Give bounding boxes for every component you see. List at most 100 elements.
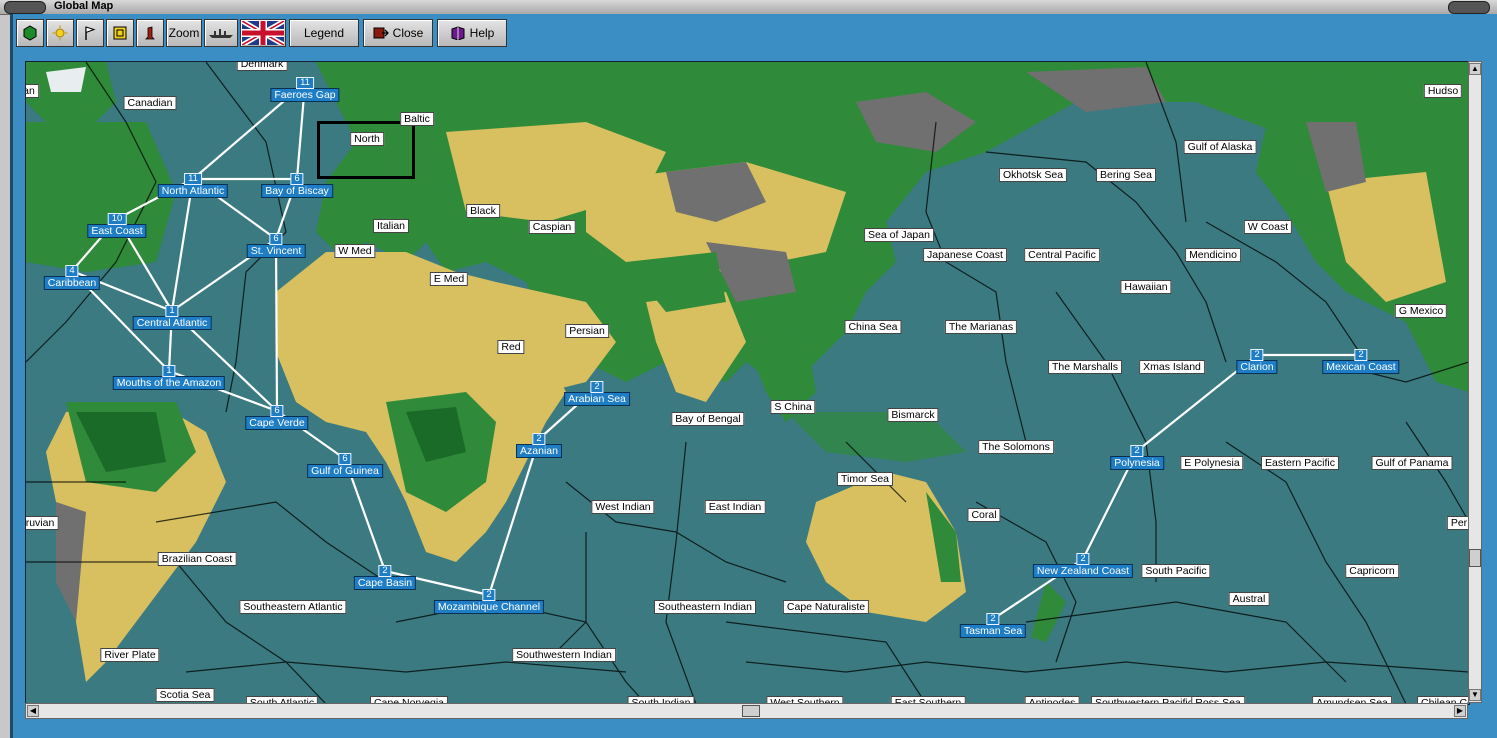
active-sea-zone-label[interactable]: Faeroes Gap (270, 88, 340, 102)
window-control-right[interactable] (1448, 1, 1490, 14)
zone-unit-count-badge: 2 (590, 381, 604, 393)
sea-zone-label[interactable]: an (26, 84, 39, 98)
sea-zone-label[interactable]: E Med (429, 272, 469, 286)
sea-zone-label[interactable]: W Coast (1243, 220, 1293, 234)
sea-zone-label[interactable]: Coral (967, 508, 1001, 522)
sea-zone-label[interactable]: Southwestern Indian (512, 648, 616, 662)
sea-zone-label[interactable]: Japanese Coast (923, 248, 1007, 262)
sea-zone-label[interactable]: Per (1446, 516, 1469, 530)
sea-zone-label[interactable]: South Pacific (1141, 564, 1211, 578)
scroll-right-arrow-icon[interactable]: ▶ (1454, 705, 1466, 717)
sea-zone-label[interactable]: G Mexico (1394, 304, 1448, 318)
window-titlebar[interactable]: Global Map (0, 0, 1497, 15)
active-sea-zone-label[interactable]: Arabian Sea (564, 392, 630, 406)
active-sea-zone-label[interactable]: St. Vincent (246, 244, 306, 258)
unit-button[interactable] (136, 19, 164, 47)
help-button[interactable]: Help (437, 19, 507, 47)
active-sea-zone-label[interactable]: Cape Verde (245, 416, 309, 430)
sea-zone-label[interactable]: Bay of Bengal (671, 412, 745, 426)
active-sea-zone-label[interactable]: New Zealand Coast (1032, 564, 1134, 578)
horizontal-scroll-thumb[interactable] (742, 705, 760, 717)
sea-zone-label[interactable]: The Marianas (944, 320, 1018, 334)
sea-zone-label[interactable]: Bismarck (887, 408, 939, 422)
sea-zone-label[interactable]: China Sea (844, 320, 902, 334)
sea-zone-label[interactable]: Timor Sea (836, 472, 894, 486)
active-sea-zone-label[interactable]: Mozambique Channel (433, 600, 545, 614)
ships-button[interactable] (204, 19, 238, 47)
sea-zone-label[interactable]: The Solomons (978, 440, 1054, 454)
sea-zone-label[interactable]: Hawaiian (1120, 280, 1172, 294)
close-button[interactable]: Close (363, 19, 433, 47)
active-sea-zone-label[interactable]: Bay of Biscay (261, 184, 333, 198)
convoy-route-line (170, 178, 195, 312)
sea-zone-label[interactable]: W Med (334, 244, 376, 258)
sea-zone-label[interactable]: Bering Sea (1096, 168, 1156, 182)
vertical-scroll-thumb[interactable] (1469, 549, 1481, 567)
sea-zone-label[interactable]: Cape Naturaliste (782, 600, 870, 614)
active-sea-zone-label[interactable]: Mexican Coast (1322, 360, 1400, 374)
sea-zone-label[interactable]: Eastern Pacific (1260, 456, 1340, 470)
sea-zone-label[interactable]: Sea of Japan (864, 228, 934, 242)
scroll-left-arrow-icon[interactable]: ◀ (27, 705, 39, 717)
zone-unit-count-badge: 6 (338, 453, 352, 465)
sea-zone-label[interactable]: Central Pacific (1024, 248, 1100, 262)
legend-button[interactable]: Legend (289, 19, 359, 47)
sea-zone-label[interactable]: Denmark (236, 62, 288, 71)
flags-button[interactable] (76, 19, 104, 47)
sea-zone-label[interactable]: Black (466, 204, 500, 218)
sea-zone-label[interactable]: Caspian (528, 220, 576, 234)
active-sea-zone-label[interactable]: Azanian (516, 444, 562, 458)
active-sea-zone-label[interactable]: Tasman Sea (959, 624, 1027, 638)
scroll-down-arrow-icon[interactable]: ▼ (1469, 689, 1481, 701)
sea-zone-label[interactable]: The Marshalls (1048, 360, 1122, 374)
sea-zone-label[interactable]: Scotia Sea (155, 688, 215, 702)
sea-zone-label[interactable]: Persian (565, 324, 609, 338)
active-sea-zone-label[interactable]: Gulf of Guinea (307, 464, 383, 478)
zoom-button[interactable]: Zoom (166, 19, 202, 47)
horizontal-scrollbar[interactable]: ◀ ▶ (25, 703, 1468, 719)
active-sea-zone-label[interactable]: Cape Basin (353, 576, 417, 590)
sea-zone-label[interactable]: Canadian (123, 96, 177, 110)
window-control-left[interactable] (4, 1, 46, 14)
sea-zone-label[interactable]: Italian (372, 219, 410, 233)
sea-zone-label[interactable]: East Indian (704, 500, 766, 514)
sea-zone-label[interactable]: West Indian (591, 500, 655, 514)
sea-zone-label[interactable]: S China (770, 400, 816, 414)
sea-zone-label[interactable]: Capricorn (1345, 564, 1399, 578)
active-sea-zone-label[interactable]: North Atlantic (157, 184, 229, 198)
sea-zone-label[interactable]: E Polynesia (1180, 456, 1244, 470)
hex-view-button[interactable] (16, 19, 44, 47)
active-sea-zone-label[interactable]: Central Atlantic (132, 316, 212, 330)
sea-zone-label[interactable]: Red (497, 340, 525, 354)
zone-unit-count-badge: 6 (290, 173, 304, 185)
sea-zone-label[interactable]: Southeastern Atlantic (239, 600, 347, 614)
sea-zone-label[interactable]: Austral (1228, 592, 1270, 606)
sea-zone-label[interactable]: River Plate (100, 648, 160, 662)
sea-zone-label[interactable]: Gulf of Panama (1371, 456, 1453, 470)
active-sea-zone-label[interactable]: East Coast (87, 224, 147, 238)
vertical-scrollbar[interactable]: ▲ ▼ (1468, 61, 1482, 703)
sea-zone-label[interactable]: Brazilian Coast (157, 552, 237, 566)
sea-zone-label[interactable]: ruvian (26, 516, 59, 530)
sea-zone-label[interactable]: Hudso (1423, 84, 1463, 98)
active-sea-zone-label[interactable]: Polynesia (1110, 456, 1164, 470)
sea-zone-label[interactable]: Gulf of Alaska (1183, 140, 1257, 154)
hexagon-icon (23, 25, 37, 41)
sea-zone-label[interactable]: Southeastern Indian (654, 600, 756, 614)
zones-button[interactable] (106, 19, 134, 47)
sea-zone-label[interactable]: Xmas Island (1139, 360, 1205, 374)
sea-zone-label[interactable]: Baltic (400, 112, 434, 126)
scroll-up-arrow-icon[interactable]: ▲ (1469, 63, 1481, 75)
world-map[interactable]: Denmark Canadian Baltic North Black Italian Ca… (25, 61, 1470, 705)
book-icon (451, 26, 465, 40)
ship-icon (209, 29, 233, 38)
active-sea-zone-label[interactable]: Caribbean (43, 276, 101, 290)
nation-flag-button[interactable] (240, 19, 286, 47)
sea-zone-label[interactable]: Okhotsk Sea (998, 168, 1068, 182)
active-sea-zone-label[interactable]: Mouths of the Amazon (112, 376, 226, 390)
active-sea-zone-label[interactable]: Clarion (1236, 360, 1278, 374)
weather-button[interactable] (46, 19, 74, 47)
sea-zone-label[interactable]: Mendicino (1185, 248, 1241, 262)
zone-unit-count-badge: 1 (162, 365, 176, 377)
sea-zone-label[interactable]: North (350, 132, 384, 146)
